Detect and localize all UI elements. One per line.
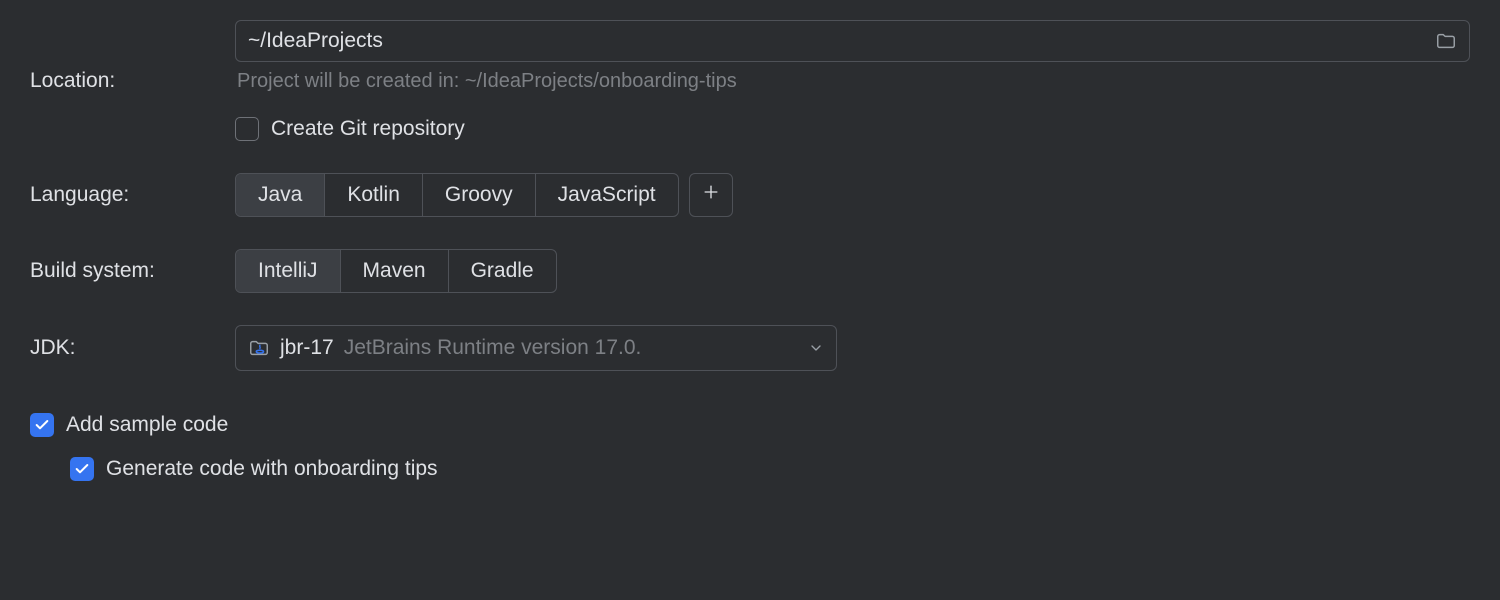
language-row: Language: Java Kotlin Groovy JavaScript [30, 173, 1470, 217]
build-system-option-maven[interactable]: Maven [341, 250, 449, 292]
language-option-java[interactable]: Java [236, 174, 325, 216]
sample-code-label: Add sample code [66, 413, 228, 437]
jdk-dropdown[interactable]: jbr-17 JetBrains Runtime version 17.0. [235, 325, 837, 371]
add-language-button[interactable] [689, 173, 733, 217]
jdk-row: JDK: jbr-17 JetBrains Runtime version 17… [30, 325, 1470, 371]
build-system-row: Build system: IntelliJ Maven Gradle [30, 249, 1470, 293]
location-label: Location: [30, 69, 225, 93]
plus-icon [701, 181, 721, 209]
language-segmented: Java Kotlin Groovy JavaScript [235, 173, 679, 217]
new-project-form: Location: Project will be created in: ~/… [30, 20, 1470, 481]
location-field-col: Project will be created in: ~/IdeaProjec… [235, 20, 1470, 141]
location-input-wrap[interactable] [235, 20, 1470, 62]
git-checkbox-row: Create Git repository [235, 117, 1470, 141]
build-system-label: Build system: [30, 259, 225, 283]
jdk-selected-description: JetBrains Runtime version 17.0. [344, 336, 798, 360]
build-system-option-gradle[interactable]: Gradle [449, 250, 556, 292]
sample-code-checkbox[interactable] [30, 413, 54, 437]
build-system-option-intellij[interactable]: IntelliJ [236, 250, 341, 292]
git-checkbox[interactable] [235, 117, 259, 141]
location-input[interactable] [236, 23, 1423, 59]
sample-code-row: Add sample code [30, 413, 1470, 437]
chevron-down-icon [808, 340, 824, 356]
location-row: Location: Project will be created in: ~/… [30, 20, 1470, 141]
git-checkbox-label: Create Git repository [271, 117, 465, 141]
jdk-label: JDK: [30, 336, 225, 360]
language-controls: Java Kotlin Groovy JavaScript [235, 173, 733, 217]
location-hint: Project will be created in: ~/IdeaProjec… [235, 68, 1470, 93]
jdk-selected-name: jbr-17 [280, 336, 334, 360]
build-system-segmented: IntelliJ Maven Gradle [235, 249, 557, 293]
onboarding-tips-row: Generate code with onboarding tips [70, 457, 1470, 481]
language-option-javascript[interactable]: JavaScript [536, 174, 678, 216]
language-option-kotlin[interactable]: Kotlin [325, 174, 423, 216]
jdk-folder-icon [248, 337, 270, 359]
language-label: Language: [30, 183, 225, 207]
browse-folder-icon[interactable] [1423, 30, 1469, 52]
onboarding-tips-checkbox[interactable] [70, 457, 94, 481]
onboarding-tips-label: Generate code with onboarding tips [106, 457, 438, 481]
language-option-groovy[interactable]: Groovy [423, 174, 536, 216]
build-system-controls: IntelliJ Maven Gradle [235, 249, 557, 293]
